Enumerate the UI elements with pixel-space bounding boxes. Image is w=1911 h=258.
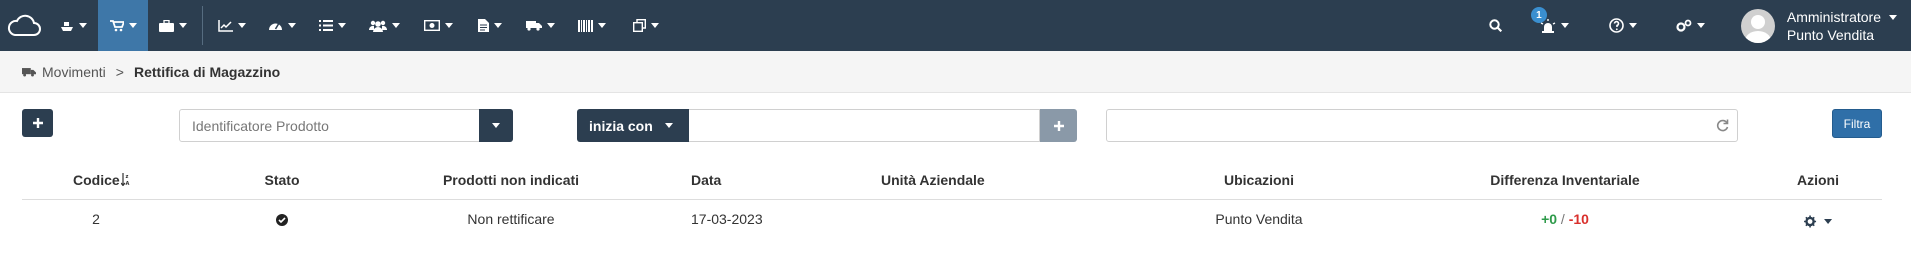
money-icon: [423, 20, 440, 31]
help-menu[interactable]: [1589, 0, 1657, 51]
header-stato: Stato: [264, 172, 300, 188]
user-name: Amministratore: [1786, 8, 1881, 25]
cell-data: 17-03-2023: [691, 211, 763, 227]
ship-icon: [60, 21, 73, 31]
nav-file-menu[interactable]: [465, 0, 515, 51]
list-icon: [318, 20, 333, 31]
search-button[interactable]: [1471, 0, 1521, 51]
cell-prodotti-non-indicati: Non rettificare: [467, 211, 555, 227]
notification-badge: 1: [1530, 7, 1547, 23]
check-circle-icon: [276, 213, 288, 229]
field-select[interactable]: Identificatore Prodotto: [179, 109, 513, 142]
nav-chart-menu[interactable]: [207, 0, 257, 51]
nav-clone-menu[interactable]: [619, 0, 673, 51]
diff-negative: -10: [1568, 211, 1589, 227]
svg-text:A: A: [125, 181, 129, 186]
add-button[interactable]: [22, 109, 53, 137]
nav-separator: [202, 6, 203, 45]
field-select-value: Identificatore Prodotto: [192, 118, 329, 134]
cell-ubicazioni: Punto Vendita: [1215, 211, 1303, 227]
diff-positive: +0: [1541, 211, 1558, 227]
cart-icon: [109, 19, 124, 31]
nav-users-menu[interactable]: [357, 0, 411, 51]
cell-codice: 2: [92, 211, 100, 227]
diff-separator: /: [1560, 211, 1565, 227]
match-mode-label: inizia con: [589, 117, 653, 134]
search-input[interactable]: [689, 109, 1040, 142]
page-title: Rettifica di Magazzino: [133, 63, 281, 80]
cell-differenza-inventariale: +0 / -10: [1541, 211, 1589, 227]
nav-truck-menu[interactable]: [515, 0, 565, 51]
row-actions-button[interactable]: [1804, 212, 1832, 228]
plus-icon: [1053, 120, 1064, 131]
settings-menu[interactable]: [1657, 0, 1725, 51]
breadcrumb-movimenti-link[interactable]: Movimenti: [42, 64, 106, 80]
nav-list-menu[interactable]: [307, 0, 357, 51]
header-azioni: Azioni: [1797, 172, 1839, 188]
barcode-icon: [578, 19, 593, 32]
clone-icon: [633, 19, 646, 32]
cogs-icon: [1676, 19, 1692, 32]
briefcase-icon: [159, 19, 174, 32]
truck-icon: [22, 67, 36, 76]
search-icon: [1489, 19, 1503, 32]
top-navbar: 1 Amministratore Punto Vendita: [0, 0, 1911, 51]
header-codice[interactable]: Codice z A: [73, 172, 130, 188]
breadcrumb-separator: >: [115, 63, 124, 80]
navbar-right: 1 Amministratore Punto Vendita: [1471, 0, 1911, 51]
nav-briefcase-menu[interactable]: [148, 0, 198, 51]
line-chart-icon: [218, 19, 233, 32]
chevron-down-icon: [664, 123, 673, 128]
sort-alpha-icon: zA: [120, 173, 129, 187]
nav-cart-menu[interactable]: [98, 0, 148, 51]
breadcrumb: Movimenti > Rettifica di Magazzino: [0, 51, 1911, 93]
users-icon: [368, 20, 387, 32]
chevron-down-icon: [492, 123, 500, 128]
header-unita-aziendale: Unità Aziendale: [881, 172, 985, 188]
nav-barcode-menu[interactable]: [565, 0, 619, 51]
header-prodotti-non-indicati: Prodotti non indicati: [442, 172, 580, 188]
cloud-logo-icon[interactable]: [0, 0, 48, 51]
date-range-input[interactable]: [1106, 109, 1738, 142]
add-condition-button[interactable]: [1040, 109, 1077, 142]
svg-text:z: z: [125, 174, 128, 180]
refresh-icon[interactable]: [1716, 119, 1729, 132]
nav-ship-menu[interactable]: [48, 0, 98, 51]
table-header-divider: [22, 199, 1882, 200]
nav-money-menu[interactable]: [411, 0, 465, 51]
header-ubicazioni: Ubicazioni: [1223, 172, 1295, 188]
field-select-toggle[interactable]: [479, 109, 513, 142]
header-data: Data: [691, 172, 722, 188]
user-menu[interactable]: Amministratore Punto Vendita: [1725, 0, 1911, 51]
avatar: [1740, 8, 1775, 43]
match-mode-dropdown[interactable]: inizia con: [577, 109, 689, 142]
plus-icon: [32, 118, 43, 128]
header-differenza-inventariale: Differenza Inventariale: [1490, 172, 1640, 188]
truck-icon: [525, 21, 542, 31]
nav-dashboard-menu[interactable]: [257, 0, 307, 51]
filter-button[interactable]: Filtra: [1832, 109, 1882, 138]
question-circle-icon: [1609, 18, 1624, 33]
file-icon: [478, 19, 489, 32]
user-role: Punto Vendita: [1786, 26, 1875, 43]
notifications-menu[interactable]: 1: [1521, 0, 1589, 51]
dashboard-icon: [269, 23, 282, 30]
gear-icon: [1804, 215, 1817, 228]
